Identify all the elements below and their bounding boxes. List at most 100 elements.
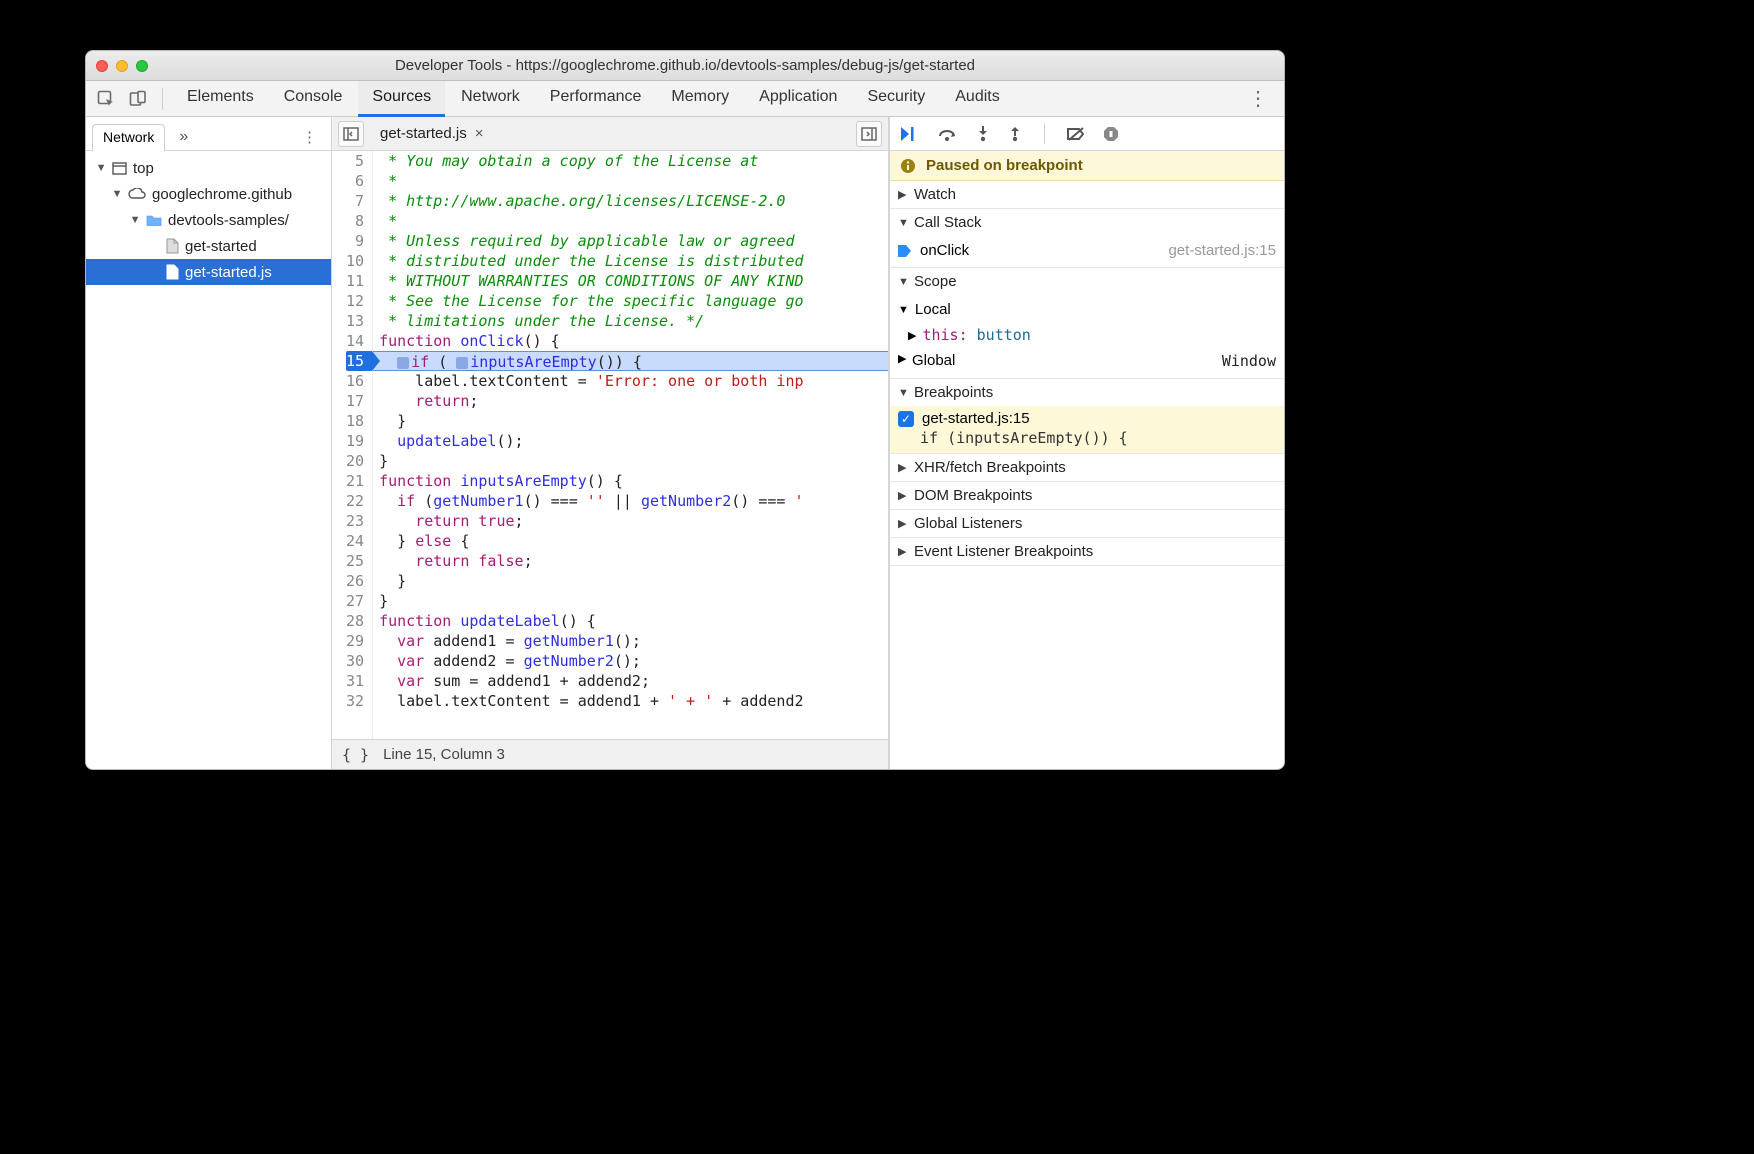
scope-header[interactable]: ▼Scope: [890, 268, 1284, 295]
tab-performance[interactable]: Performance: [536, 80, 656, 117]
call-stack-frame[interactable]: onClick get-started.js:15: [890, 238, 1284, 263]
call-stack-section: ▼Call Stack onClick get-started.js:15: [890, 209, 1284, 268]
tree-domain-label: googlechrome.github: [152, 186, 292, 203]
frame-icon: [112, 162, 127, 175]
inspect-element-icon[interactable]: [92, 85, 120, 113]
pause-on-exceptions-icon[interactable]: [1103, 126, 1119, 142]
scope-local-label: Local: [915, 301, 951, 318]
step-into-icon[interactable]: [976, 126, 990, 142]
tab-memory[interactable]: Memory: [657, 80, 743, 117]
editor-status-bar: { } Line 15, Column 3: [332, 739, 888, 769]
debugger-toolbar: [890, 117, 1284, 151]
paused-banner: Paused on breakpoint: [890, 151, 1284, 181]
navigator-more-tabs-icon[interactable]: »: [173, 124, 194, 150]
deactivate-breakpoints-icon[interactable]: [1067, 126, 1085, 142]
editor-pane: get-started.js × 56789101112131415161718…: [332, 117, 889, 769]
event-bp-label: Event Listener Breakpoints: [914, 543, 1093, 560]
editor-tab[interactable]: get-started.js ×: [372, 121, 491, 146]
navigator-tabs: Network » ⋮: [86, 117, 331, 151]
breakpoints-header[interactable]: ▼Breakpoints: [890, 379, 1284, 406]
toggle-debugger-icon[interactable]: [856, 121, 882, 147]
call-stack-header[interactable]: ▼Call Stack: [890, 209, 1284, 236]
line-number-gutter[interactable]: 5678910111213141516171819202122232425262…: [332, 151, 373, 739]
scope-global[interactable]: ▶Global Window: [890, 348, 1284, 374]
navigator-pane: Network » ⋮ ▼ top ▼ googlechrome.github …: [86, 117, 332, 769]
tab-audits[interactable]: Audits: [941, 80, 1013, 117]
scope-this[interactable]: ▶ this: button: [890, 322, 1284, 348]
debugger-pane: Paused on breakpoint ▶Watch ▼Call Stack …: [889, 117, 1284, 769]
step-over-icon[interactable]: [938, 126, 958, 142]
cursor-position: Line 15, Column 3: [383, 746, 505, 763]
scope-this-key: this: [922, 326, 958, 344]
tree-file-html-label: get-started: [185, 238, 257, 255]
step-out-icon[interactable]: [1008, 126, 1022, 142]
file-tree: ▼ top ▼ googlechrome.github ▼ devtools-s…: [86, 151, 331, 769]
close-window-button[interactable]: [96, 60, 108, 72]
navigator-tab-network[interactable]: Network: [92, 124, 165, 151]
scope-global-label: Global: [912, 352, 955, 370]
breakpoint-item[interactable]: ✓ get-started.js:15: [890, 406, 1284, 429]
device-toolbar-icon[interactable]: [124, 85, 152, 113]
paused-banner-text: Paused on breakpoint: [926, 157, 1083, 174]
folder-icon: [146, 214, 162, 226]
breakpoint-code: if (inputsAreEmpty()) {: [890, 429, 1284, 453]
traffic-lights: [96, 60, 148, 72]
call-stack-label: Call Stack: [914, 214, 982, 231]
breakpoints-section: ▼Breakpoints ✓ get-started.js:15 if (inp…: [890, 379, 1284, 454]
tree-top-label: top: [133, 160, 154, 177]
close-tab-icon[interactable]: ×: [475, 125, 484, 142]
tree-file-js[interactable]: get-started.js: [86, 259, 331, 285]
current-frame-icon: [898, 245, 912, 257]
tab-application[interactable]: Application: [745, 80, 851, 117]
listeners-label: Global Listeners: [914, 515, 1022, 532]
divider: [162, 88, 163, 110]
scope-global-value: Window: [1222, 352, 1276, 370]
breakpoints-label: Breakpoints: [914, 384, 993, 401]
separator: [1044, 124, 1045, 144]
tab-elements[interactable]: Elements: [173, 80, 268, 117]
dom-breakpoints-section[interactable]: ▶DOM Breakpoints: [890, 482, 1284, 510]
info-icon: [900, 158, 916, 174]
zoom-window-button[interactable]: [136, 60, 148, 72]
watch-label: Watch: [914, 186, 956, 203]
tab-sources[interactable]: Sources: [358, 80, 445, 117]
panel-tabs: Elements Console Sources Network Perform…: [173, 80, 1014, 117]
tab-console[interactable]: Console: [270, 80, 357, 117]
file-icon: [166, 264, 179, 280]
minimize-window-button[interactable]: [116, 60, 128, 72]
xhr-breakpoints-section[interactable]: ▶XHR/fetch Breakpoints: [890, 454, 1284, 482]
more-options-icon[interactable]: ⋮: [1238, 86, 1278, 111]
scope-label: Scope: [914, 273, 957, 290]
global-listeners-section[interactable]: ▶Global Listeners: [890, 510, 1284, 538]
frame-location: get-started.js:15: [1168, 242, 1276, 259]
frame-function: onClick: [920, 242, 969, 259]
devtools-window: Developer Tools - https://googlechrome.g…: [85, 50, 1285, 770]
event-listener-bp-section[interactable]: ▶Event Listener Breakpoints: [890, 538, 1284, 566]
tree-folder[interactable]: ▼ devtools-samples/: [86, 207, 331, 233]
scope-this-value: button: [977, 326, 1031, 344]
navigator-options-icon[interactable]: ⋮: [294, 124, 325, 150]
tree-folder-label: devtools-samples/: [168, 212, 289, 229]
tree-domain[interactable]: ▼ googlechrome.github: [86, 181, 331, 207]
xhr-bp-label: XHR/fetch Breakpoints: [914, 459, 1066, 476]
scope-local[interactable]: ▼Local: [890, 297, 1284, 322]
tree-top-frame[interactable]: ▼ top: [86, 155, 331, 181]
breakpoint-checkbox[interactable]: ✓: [898, 411, 914, 427]
main-tabbar: Elements Console Sources Network Perform…: [86, 81, 1284, 117]
cloud-icon: [128, 188, 146, 200]
tree-file-html[interactable]: get-started: [86, 233, 331, 259]
editor-toolbar: get-started.js ×: [332, 117, 888, 151]
pretty-print-icon[interactable]: { }: [342, 746, 369, 764]
tree-file-js-label: get-started.js: [185, 264, 272, 281]
toggle-navigator-icon[interactable]: [338, 121, 364, 147]
code-content[interactable]: * You may obtain a copy of the License a…: [373, 151, 888, 739]
file-icon: [166, 238, 179, 254]
code-editor[interactable]: 5678910111213141516171819202122232425262…: [332, 151, 888, 739]
breakpoint-location: get-started.js:15: [922, 410, 1030, 427]
watch-section[interactable]: ▶Watch: [890, 181, 1284, 209]
panel-body: Network » ⋮ ▼ top ▼ googlechrome.github …: [86, 117, 1284, 769]
titlebar: Developer Tools - https://googlechrome.g…: [86, 51, 1284, 81]
tab-security[interactable]: Security: [853, 80, 939, 117]
resume-icon[interactable]: [900, 126, 920, 142]
tab-network[interactable]: Network: [447, 80, 534, 117]
